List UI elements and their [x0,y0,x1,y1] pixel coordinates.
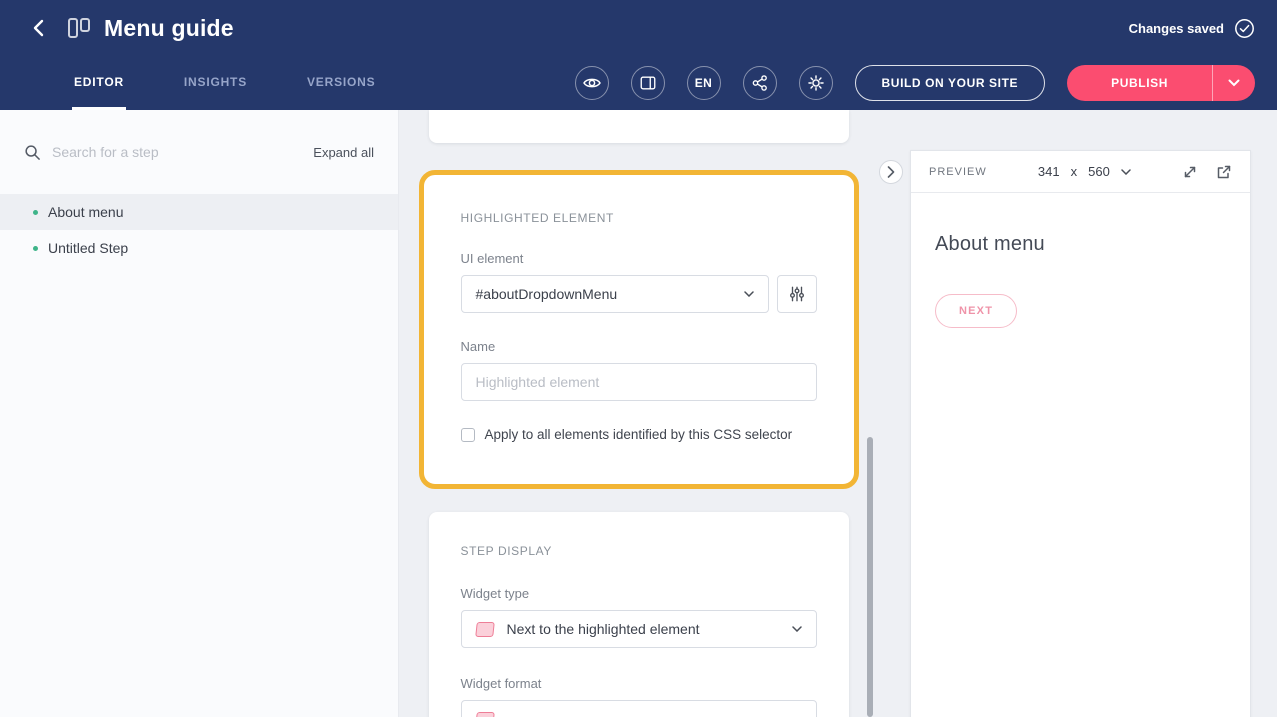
preview-height-value: 560 [1088,164,1110,179]
step-list: About menu Untitled Step [0,194,398,266]
back-button[interactable] [22,11,56,45]
tab-editor[interactable]: EDITOR [72,56,126,110]
expand-icon [1182,164,1198,180]
header-tabs: EDITOR INSIGHTS VERSIONS [72,56,377,110]
step-status-dot [33,246,38,251]
widget-format-label: Widget format [461,676,817,691]
publish-button[interactable]: PUBLISH [1067,65,1212,101]
layout-panel-icon [639,74,657,92]
preview-label: PREVIEW [929,166,987,178]
tab-versions[interactable]: VERSIONS [305,56,377,110]
preview-size-dropdown[interactable]: 341 x 560 [1038,164,1131,179]
step-item-label: Untitled Step [48,240,128,256]
fullscreen-preview-button[interactable] [1182,164,1198,180]
check-circle-icon [1234,18,1255,39]
section-title: HIGHLIGHTED ELEMENT [461,211,817,225]
widget-type-select[interactable]: Next to the highlighted element [461,610,817,648]
eye-icon [582,73,602,93]
share-icon [751,74,769,92]
highlighted-element-card: HIGHLIGHTED ELEMENT UI element #aboutDro… [419,170,859,489]
tab-insights[interactable]: INSIGHTS [182,56,249,110]
chevron-down-icon [1228,79,1240,87]
widget-type-value: Next to the highlighted element [507,621,700,637]
search-icon [24,144,41,161]
step-item-label: About menu [48,204,124,220]
ui-element-value: #aboutDropdownMenu [476,286,618,302]
card-partial-top [429,110,849,143]
preview-panel: PREVIEW 341 x 560 About menu [910,150,1251,717]
tune-sliders-icon [788,285,806,303]
chevron-down-icon [1121,169,1131,175]
preview-area: PREVIEW 341 x 560 About menu [878,110,1277,717]
preview-eye-button[interactable] [575,66,609,100]
step-search-input[interactable] [52,144,313,160]
preview-size-separator: x [1071,164,1078,179]
preview-next-button[interactable]: NEXT [935,294,1017,328]
tooltip-widget-icon [475,712,495,717]
selector-settings-button[interactable] [777,275,817,313]
expand-all-link[interactable]: Expand all [313,145,374,160]
apply-all-checkbox[interactable] [461,428,475,442]
step-display-card: STEP DISPLAY Widget type Next to the hig… [429,512,849,717]
steps-sidebar: Expand all About menu Untitled Step [0,110,399,717]
language-button[interactable]: EN [687,66,721,100]
widget-format-select[interactable] [461,700,817,717]
chevron-down-icon [792,626,802,632]
editor-scrollbar[interactable] [867,437,873,717]
open-in-new-tab-button[interactable] [1216,164,1232,180]
step-item-about-menu[interactable]: About menu [0,194,398,230]
apply-all-label: Apply to all elements identified by this… [485,427,793,442]
app-header: Menu guide Changes saved EDITOR INSIGHTS… [0,0,1277,110]
name-label: Name [461,339,817,354]
external-link-icon [1216,164,1232,180]
ui-element-select[interactable]: #aboutDropdownMenu [461,275,769,313]
gear-icon [807,74,825,92]
build-on-your-site-button[interactable]: BUILD ON YOUR SITE [855,65,1046,101]
ui-element-label: UI element [461,251,817,266]
chevron-right-icon [887,166,895,178]
changes-saved-status: Changes saved [1129,21,1224,36]
share-button[interactable] [743,66,777,100]
widget-type-label: Widget type [461,586,817,601]
tooltip-widget-icon [475,622,495,637]
step-status-dot [33,210,38,215]
publish-dropdown-button[interactable] [1213,65,1255,101]
chevron-left-icon [28,17,50,39]
layout-panel-button[interactable] [631,66,665,100]
chevron-down-icon [744,291,754,297]
publish-split-button: PUBLISH [1067,65,1255,101]
step-item-untitled-step[interactable]: Untitled Step [0,230,398,266]
collapse-panel-button[interactable] [879,160,903,184]
preview-width-value: 341 [1038,164,1060,179]
element-name-input[interactable] [461,363,817,401]
section-title: STEP DISPLAY [461,544,817,558]
settings-button[interactable] [799,66,833,100]
preview-step-title: About menu [935,233,1226,256]
step-editor-panel: HIGHLIGHTED ELEMENT UI element #aboutDro… [399,110,878,717]
page-title: Menu guide [104,15,234,42]
guide-logo-icon [66,15,92,41]
